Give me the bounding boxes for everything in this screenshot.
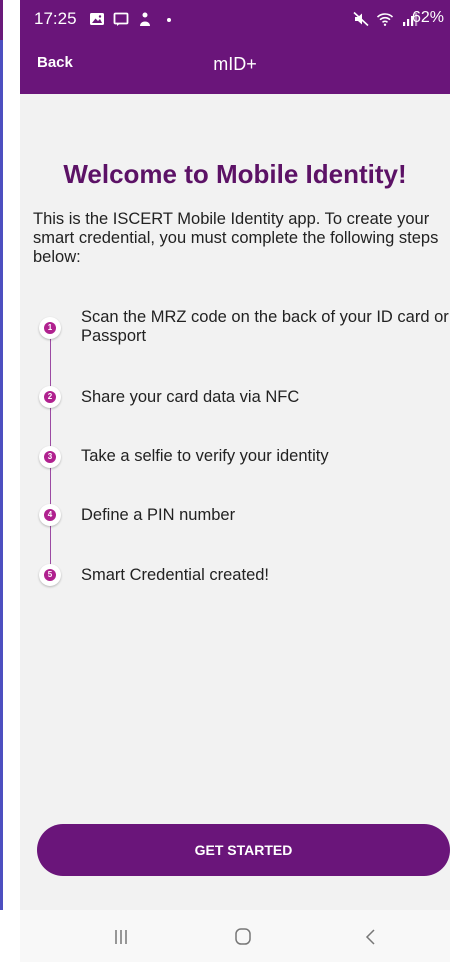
back-icon[interactable] [359,926,383,948]
status-icons-right [352,10,418,28]
status-bar: 17:25 62% [20,0,450,40]
message-icon [113,12,129,26]
phone-screen: 17:25 62% Back mID+ Welcome to Mobile Id… [20,0,450,962]
step-4-number: 4 [44,509,56,521]
status-icons-left [88,10,178,28]
wifi-icon [376,13,394,26]
app-title: mID+ [213,54,257,74]
steps-list: 1 Scan the MRZ code on the back of your … [20,300,450,600]
gallery-icon [90,13,104,25]
intro-text: This is the ISCERT Mobile Identity app. … [33,210,439,266]
step-4-label: Define a PIN number [81,506,236,524]
step-4-marker: 4 [39,504,61,526]
step-2-number: 2 [44,391,56,403]
step-5-marker: 5 [39,564,61,586]
welcome-heading: Welcome to Mobile Identity! [63,159,407,189]
recent-apps-icon[interactable] [109,926,133,948]
app-bar: Back mID+ [20,40,450,94]
mute-icon [353,11,369,27]
battery-level: 62% [411,9,444,26]
step-3-marker: 3 [39,446,61,468]
step-2-marker: 2 [39,386,61,408]
status-time: 17:25 [34,9,77,28]
system-nav-bar [20,910,450,962]
step-3-number: 3 [44,451,56,463]
get-started-button[interactable]: GET STARTED [37,824,450,876]
step-5-label: Smart Credential created! [81,566,270,584]
notification-icon [140,12,150,26]
left-edge-strip [0,0,20,962]
dot-icon [167,18,171,22]
left-accent-top [0,0,3,40]
step-1-label: Scan the MRZ code on the back of your ID… [81,308,449,345]
step-3-label: Take a selfie to verify your identity [81,447,329,465]
step-1-marker: 1 [39,317,61,339]
step-1-number: 1 [44,322,56,334]
left-accent-line [0,40,3,910]
step-5-number: 5 [44,569,56,581]
step-2-label: Share your card data via NFC [81,388,300,406]
home-icon[interactable] [231,926,255,948]
